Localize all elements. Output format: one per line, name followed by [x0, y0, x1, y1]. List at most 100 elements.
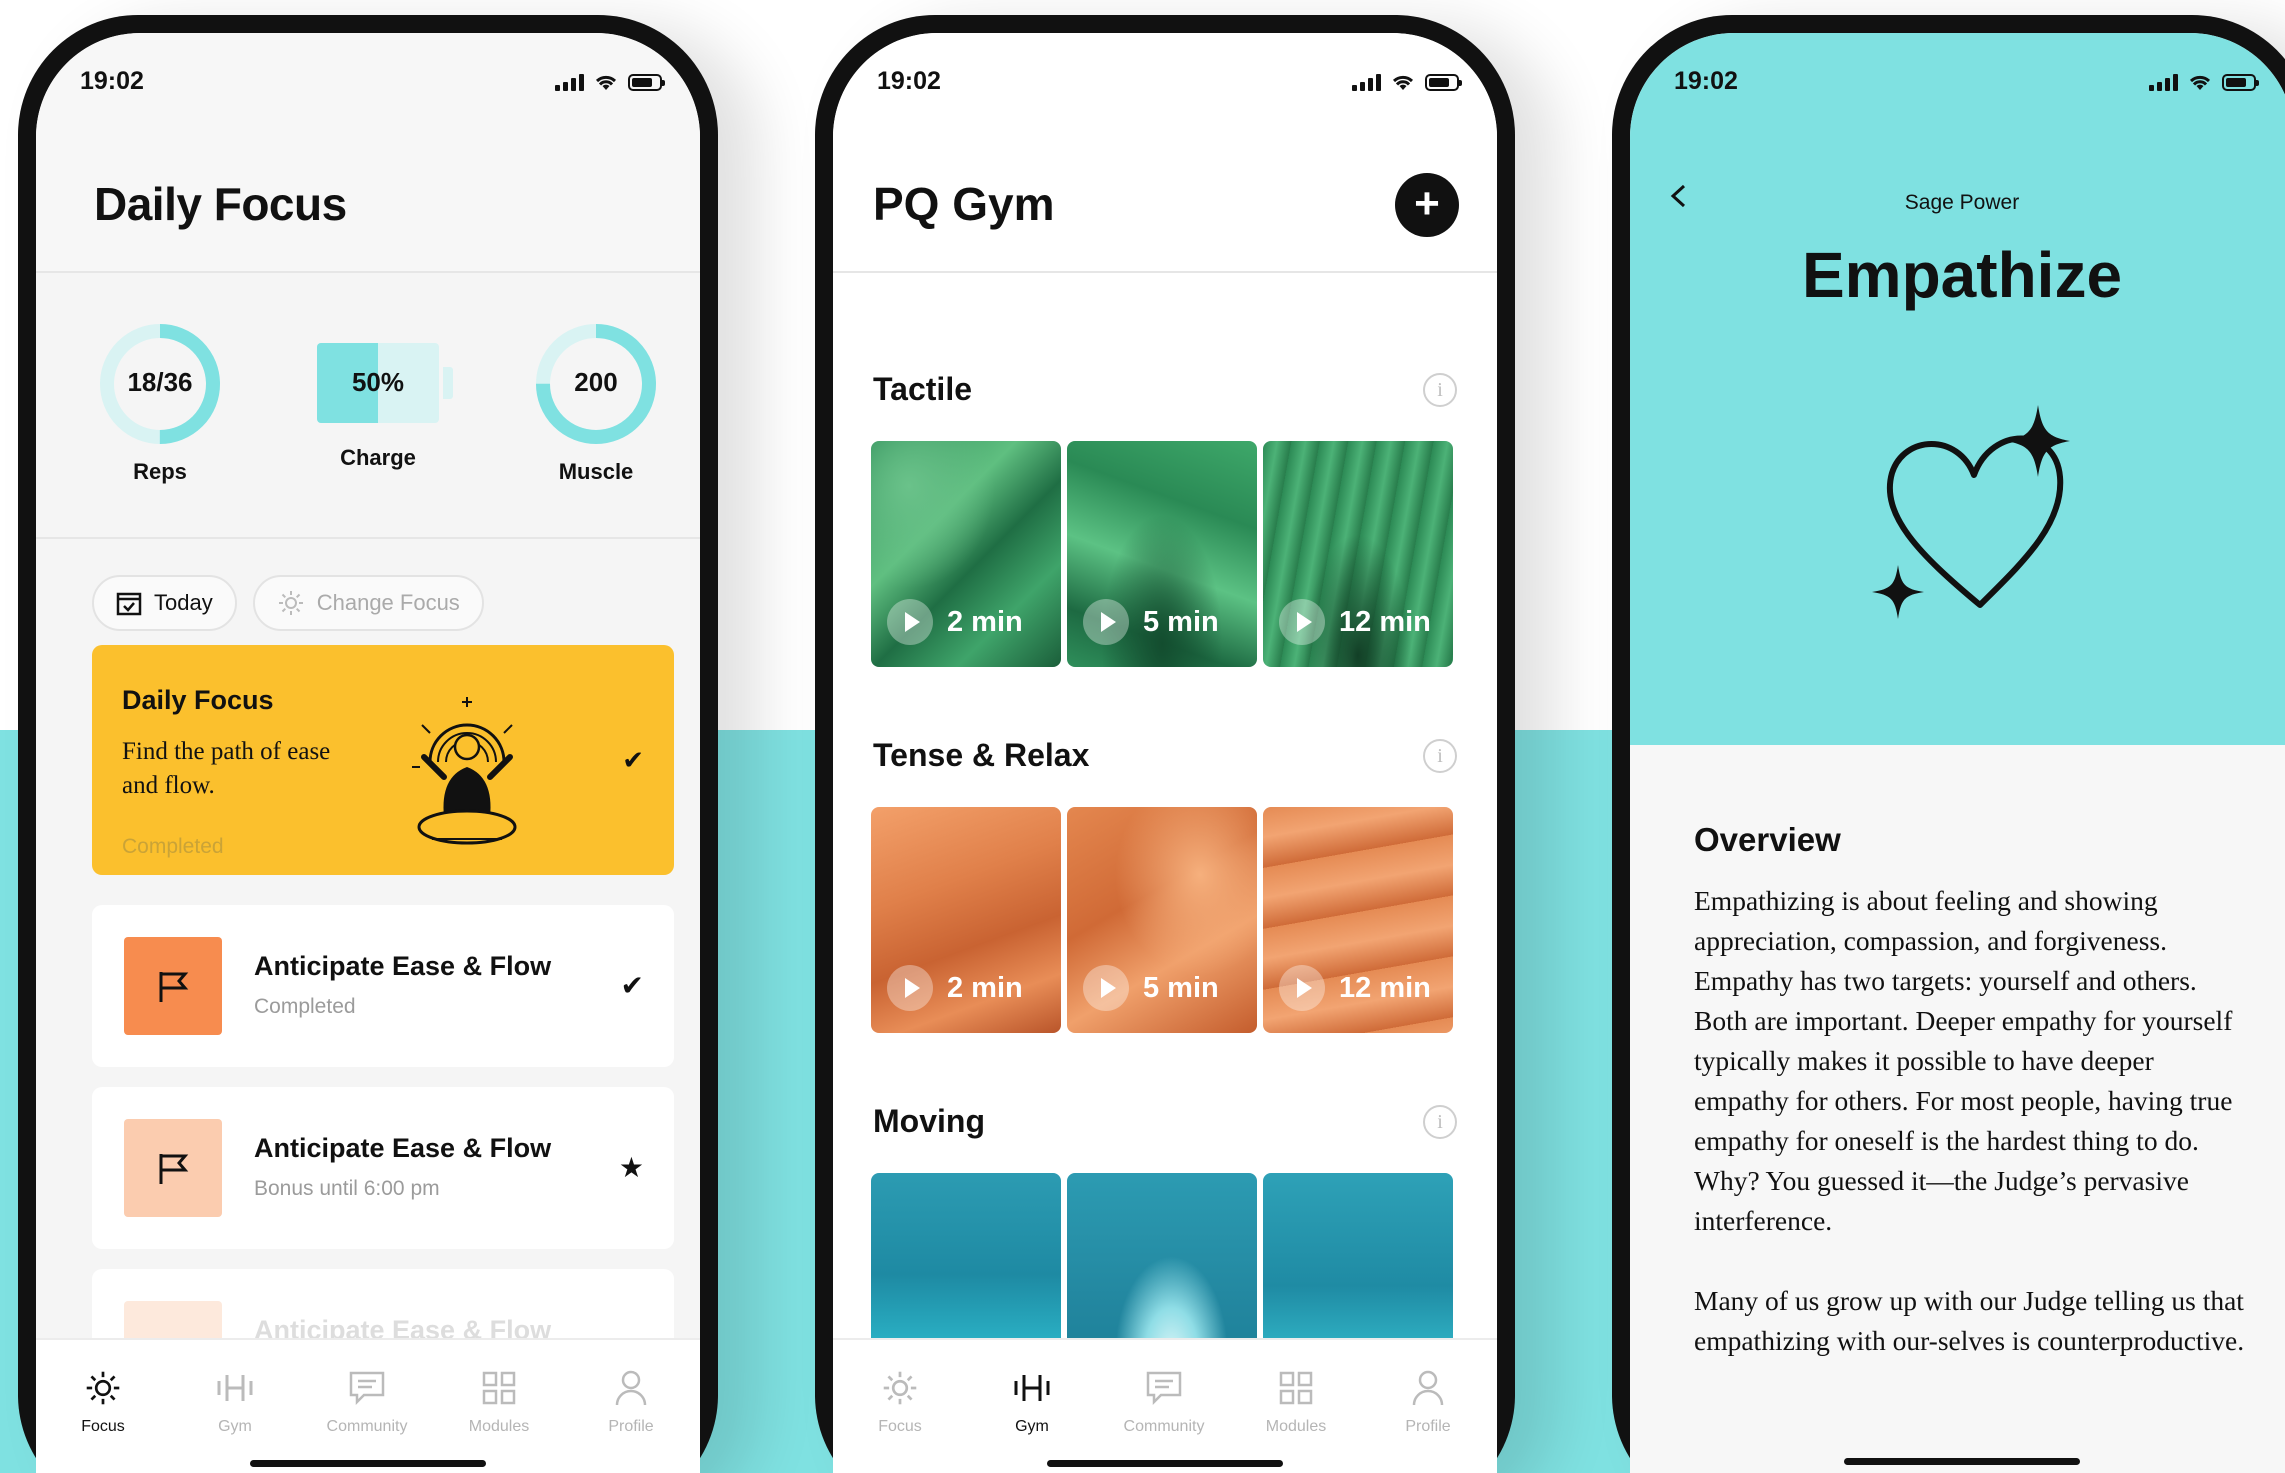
tense-relax-tiles: 2 min 5 min 12 min	[871, 807, 1453, 1033]
battery-icon	[2222, 73, 2259, 91]
section-title: Tense & Relax	[873, 737, 1090, 773]
sun-icon	[278, 591, 303, 615]
add-button[interactable]: +	[1395, 173, 1459, 237]
play-icon	[1083, 965, 1129, 1011]
tile-duration: 5 min	[1143, 971, 1219, 1004]
phone-detail: 19:02 Sage Power Empathize Overview Empa…	[1612, 15, 2285, 1473]
exercise-tile[interactable]: 5 min	[1067, 807, 1257, 1033]
tab-bar: Focus Gym Community Modules Profile	[833, 1338, 1497, 1473]
exercise-tile[interactable]: 5 min	[1067, 441, 1257, 667]
check-icon: ✔	[622, 745, 644, 775]
tab-label: Profile	[608, 1418, 654, 1435]
tab-label: Gym	[218, 1418, 252, 1435]
today-label: Today	[154, 590, 213, 615]
exercise-tile[interactable]: 12 min	[1263, 441, 1453, 667]
muscle-ring: 200	[535, 323, 657, 445]
calendar-icon	[116, 592, 142, 616]
status-icons	[2149, 73, 2259, 91]
info-icon[interactable]: i	[1423, 739, 1457, 773]
status-bar: 19:02	[36, 33, 700, 123]
change-focus-button[interactable]: Change Focus	[252, 575, 484, 631]
dumbbell-icon	[977, 1368, 1087, 1408]
status-bar: 19:02	[833, 33, 1497, 123]
tab-gym[interactable]: Gym	[977, 1368, 1087, 1436]
meditating-person-illustration	[412, 697, 517, 845]
flag-icon	[124, 937, 222, 1035]
tab-profile[interactable]: Profile	[1373, 1368, 1483, 1436]
battery-icon	[628, 73, 665, 91]
detail-subtitle: Sage Power	[1904, 191, 2020, 214]
tab-modules[interactable]: Modules	[444, 1368, 554, 1436]
grid-icon	[1241, 1368, 1351, 1408]
person-icon	[1373, 1368, 1483, 1408]
task-item[interactable]: Anticipate Ease & Flow Completed ✔	[92, 905, 674, 1067]
flag-icon	[124, 1119, 222, 1217]
tab-label: Modules	[468, 1418, 530, 1435]
exercise-tile[interactable]: 2 min	[871, 441, 1061, 667]
play-icon	[1279, 599, 1325, 645]
info-icon[interactable]: i	[1423, 1105, 1457, 1139]
tab-gym[interactable]: Gym	[180, 1368, 290, 1436]
signal-icon	[1352, 73, 1381, 91]
tab-label: Focus	[81, 1418, 125, 1435]
status-time: 19:02	[1674, 67, 1738, 95]
focus-chips: Today Change Focus	[92, 575, 484, 631]
wifi-icon	[2189, 75, 2211, 90]
exercise-tile[interactable]: 12 min	[1263, 807, 1453, 1033]
chat-icon	[1109, 1368, 1219, 1408]
home-indicator	[1844, 1458, 2080, 1465]
section-title: Moving	[873, 1103, 985, 1139]
focus-header: 19:02 Daily Focus	[36, 33, 700, 273]
play-icon	[887, 599, 933, 645]
charge-stat[interactable]: 50% Charge	[308, 323, 453, 471]
muscle-value: 200	[574, 367, 618, 397]
focus-card-title: Daily Focus	[122, 685, 274, 715]
detail-screen: 19:02 Sage Power Empathize Overview Empa…	[1630, 33, 2285, 1473]
tab-focus[interactable]: Focus	[845, 1368, 955, 1436]
gym-header: 19:02 PQ Gym +	[833, 33, 1497, 273]
play-icon	[1279, 965, 1325, 1011]
tab-focus[interactable]: Focus	[48, 1368, 158, 1436]
home-indicator	[250, 1460, 486, 1467]
focus-card-text: Find the path of ease and flow.	[122, 738, 331, 799]
status-bar: 19:02	[1630, 33, 2285, 123]
reps-value: 18/36	[127, 367, 193, 397]
tab-profile[interactable]: Profile	[576, 1368, 686, 1436]
status-time: 19:02	[80, 67, 144, 95]
gym-screen: 19:02 PQ Gym + Tactile i 2 min 5 min 12 …	[833, 33, 1497, 1473]
tab-community[interactable]: Community	[312, 1368, 422, 1436]
charge-label: Charge	[340, 445, 416, 470]
overview-text: Empathizing is about feeling and showing…	[1694, 881, 2254, 1361]
charge-value: 50%	[351, 367, 405, 397]
focus-screen: 19:02 Daily Focus 18/36 Reps 50% Charge …	[36, 33, 700, 1473]
today-button[interactable]: Today	[92, 575, 237, 631]
star-icon: ★	[618, 1152, 644, 1183]
phone-gym: 19:02 PQ Gym + Tactile i 2 min 5 min 12 …	[815, 15, 1515, 1473]
exercise-tile[interactable]: 2 min	[871, 807, 1061, 1033]
tactile-tiles: 2 min 5 min 12 min	[871, 441, 1453, 667]
phone-focus: 19:02 Daily Focus 18/36 Reps 50% Charge …	[18, 15, 718, 1473]
chat-icon	[312, 1368, 422, 1408]
muscle-stat[interactable]: 200 Muscle	[526, 323, 666, 485]
reps-stat[interactable]: 18/36 Reps	[90, 323, 230, 485]
tab-label: Focus	[878, 1418, 922, 1435]
info-icon[interactable]: i	[1423, 373, 1457, 407]
page-title: Daily Focus	[94, 178, 347, 230]
overview-paragraph: Many of us grow up with our Judge tellin…	[1694, 1285, 2245, 1356]
check-icon: ✔	[620, 970, 644, 1001]
section-title: Tactile	[873, 371, 972, 407]
tab-modules[interactable]: Modules	[1241, 1368, 1351, 1436]
tab-community[interactable]: Community	[1109, 1368, 1219, 1436]
daily-focus-card[interactable]: Daily Focus Find the path of ease and fl…	[92, 645, 674, 875]
status-icons	[555, 73, 665, 91]
page-title: PQ Gym	[873, 178, 1055, 230]
task-subtitle: Bonus until 6:00 pm	[254, 1177, 440, 1200]
task-title: Anticipate Ease & Flow	[254, 1133, 552, 1163]
overview-section: Overview Empathizing is about feeling an…	[1630, 745, 2285, 1473]
tile-duration: 12 min	[1339, 605, 1431, 638]
task-item[interactable]: Anticipate Ease & Flow Bonus until 6:00 …	[92, 1087, 674, 1249]
home-indicator	[1047, 1460, 1283, 1467]
task-subtitle: Completed	[254, 995, 356, 1018]
tab-label: Profile	[1405, 1418, 1451, 1435]
grid-icon	[444, 1368, 554, 1408]
